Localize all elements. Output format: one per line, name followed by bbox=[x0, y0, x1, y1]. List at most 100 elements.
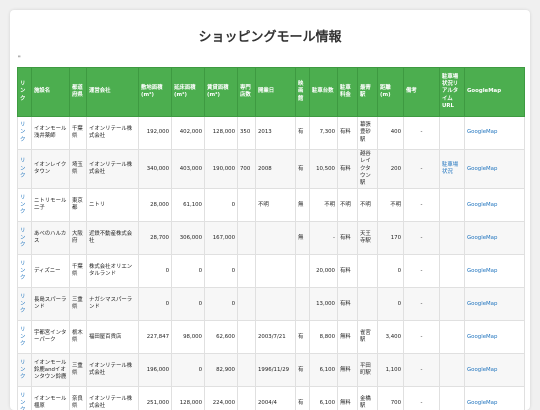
column-header: 駐車台数 bbox=[310, 68, 338, 117]
google-map-link[interactable]: GoogleMap bbox=[467, 268, 497, 274]
table-cell: 340,000 bbox=[139, 150, 172, 189]
table-row: リンク宇都宮インターパーク栃木県福田屋百貨店227,84798,00062,60… bbox=[18, 321, 525, 354]
table-cell bbox=[238, 321, 256, 354]
table-cell: 3,400 bbox=[378, 321, 404, 354]
google-map-link[interactable]: GoogleMap bbox=[467, 166, 497, 172]
detail-link[interactable]: リンク bbox=[20, 228, 25, 249]
detail-link[interactable]: リンク bbox=[20, 393, 25, 410]
table-cell bbox=[440, 387, 465, 410]
table-cell: 20,000 bbox=[310, 255, 338, 288]
table-cell: 28,000 bbox=[139, 189, 172, 222]
table-cell: 三重県 bbox=[70, 288, 87, 321]
table-cell bbox=[238, 288, 256, 321]
table-cell: GoogleMap bbox=[465, 222, 525, 255]
google-map-link[interactable]: GoogleMap bbox=[467, 235, 497, 241]
table-cell: 227,847 bbox=[139, 321, 172, 354]
table-cell: 不明 bbox=[338, 189, 358, 222]
table-cell: 不明 bbox=[378, 189, 404, 222]
table-cell bbox=[440, 288, 465, 321]
table-row: リンクあべのハルカス大阪府近鉄不動産株式会社28,700306,000167,0… bbox=[18, 222, 525, 255]
table-cell: イオンモール鈴鹿andイオンタウン鈴鹿 bbox=[32, 354, 70, 387]
table-cell: ニトリモール二子 bbox=[32, 189, 70, 222]
table-cell: 0 bbox=[378, 288, 404, 321]
table-cell: イオンレイクタウン bbox=[32, 150, 70, 189]
table-cell: 三重県 bbox=[70, 354, 87, 387]
table-cell: 10,500 bbox=[310, 150, 338, 189]
table-cell: 株式会社オリエンタルランド bbox=[87, 255, 139, 288]
google-map-link[interactable]: GoogleMap bbox=[467, 367, 497, 373]
detail-link[interactable]: リンク bbox=[20, 195, 25, 216]
table-cell: GoogleMap bbox=[465, 150, 525, 189]
table-cell: 7,300 bbox=[310, 117, 338, 150]
table-cell: 251,000 bbox=[139, 387, 172, 410]
table-cell bbox=[440, 189, 465, 222]
column-header: 運営会社 bbox=[87, 68, 139, 117]
table-cell: 0 bbox=[172, 288, 205, 321]
table-cell: - bbox=[404, 150, 440, 189]
detail-link[interactable]: リンク bbox=[20, 327, 25, 348]
table-cell: 有料 bbox=[338, 150, 358, 189]
table-cell: 306,000 bbox=[172, 222, 205, 255]
header-row: リンク施設名都道府県運営会社敷地面積(m²)延床面積(m²)賃貸面積(m²)専門… bbox=[18, 68, 525, 117]
table-row: リンクイオンモール鈴鹿andイオンタウン鈴鹿三重県イオンリテール株式会社196,… bbox=[18, 354, 525, 387]
google-map-link[interactable]: GoogleMap bbox=[467, 334, 497, 340]
table-cell: 700 bbox=[238, 150, 256, 189]
table-row: リンク長島スパーランド三重県ナガシマスパーランド00013,000有料0-Goo… bbox=[18, 288, 525, 321]
detail-link[interactable]: リンク bbox=[20, 294, 25, 315]
table-cell: ナガシマスパーランド bbox=[87, 288, 139, 321]
column-header: 敷地面積(m²) bbox=[139, 68, 172, 117]
google-map-link[interactable]: GoogleMap bbox=[467, 301, 497, 307]
table-cell: 天王寺駅 bbox=[358, 222, 378, 255]
table-cell bbox=[256, 222, 296, 255]
table-cell bbox=[296, 288, 310, 321]
table-cell: 402,000 bbox=[172, 117, 205, 150]
table-cell: 13,000 bbox=[310, 288, 338, 321]
table-cell: 82,900 bbox=[205, 354, 238, 387]
column-header: 備考 bbox=[404, 68, 440, 117]
table-cell: - bbox=[404, 189, 440, 222]
table-cell: 0 bbox=[205, 189, 238, 222]
google-map-link[interactable]: GoogleMap bbox=[467, 202, 497, 208]
column-header: 駐車料金 bbox=[338, 68, 358, 117]
table-cell: 128,000 bbox=[172, 387, 205, 410]
column-header: 映画館 bbox=[296, 68, 310, 117]
table-cell: 128,000 bbox=[205, 117, 238, 150]
table-cell: 不明 bbox=[256, 189, 296, 222]
table-cell: イオンリテール株式会社 bbox=[87, 117, 139, 150]
table-cell bbox=[440, 354, 465, 387]
table-cell: 6,100 bbox=[310, 387, 338, 410]
detail-link[interactable]: リンク bbox=[20, 122, 25, 143]
table-cell: 大阪府 bbox=[70, 222, 87, 255]
table-cell: 有 bbox=[296, 387, 310, 410]
column-header: GoogleMap bbox=[465, 68, 525, 117]
parking-status-link[interactable]: 駐車場状況 bbox=[442, 162, 458, 175]
table-cell: 1996/11/29 bbox=[256, 354, 296, 387]
table-cell: - bbox=[404, 255, 440, 288]
table-cell: イオンモール橿原 bbox=[32, 387, 70, 410]
table-cell: 金橋駅 bbox=[358, 387, 378, 410]
table-cell: GoogleMap bbox=[465, 117, 525, 150]
table-cell: 403,000 bbox=[172, 150, 205, 189]
table-cell: イオンリテール株式会社 bbox=[87, 150, 139, 189]
table-cell: 栃木県 bbox=[70, 321, 87, 354]
google-map-link[interactable]: GoogleMap bbox=[467, 129, 497, 135]
detail-link[interactable]: リンク bbox=[20, 158, 25, 179]
detail-link[interactable]: リンク bbox=[20, 261, 25, 282]
table-cell: 2003/7/21 bbox=[256, 321, 296, 354]
table-cell: 2008 bbox=[256, 150, 296, 189]
table-cell: 61,100 bbox=[172, 189, 205, 222]
table-cell: 無料 bbox=[338, 387, 358, 410]
table-cell: 有 bbox=[296, 321, 310, 354]
table-row: リンクイオンモール浅井薬師千葉県イオンリテール株式会社192,000402,00… bbox=[18, 117, 525, 150]
column-header: 開業日 bbox=[256, 68, 296, 117]
table-cell: 28,700 bbox=[139, 222, 172, 255]
table-cell: 千葉県 bbox=[70, 117, 87, 150]
table-cell: 無料 bbox=[338, 354, 358, 387]
table-cell: リンク bbox=[18, 222, 32, 255]
table-cell: 埼玉県 bbox=[70, 150, 87, 189]
table-cell: - bbox=[404, 222, 440, 255]
table-cell: 700 bbox=[378, 387, 404, 410]
detail-link[interactable]: リンク bbox=[20, 360, 25, 381]
table-cell bbox=[238, 354, 256, 387]
table-cell: GoogleMap bbox=[465, 354, 525, 387]
